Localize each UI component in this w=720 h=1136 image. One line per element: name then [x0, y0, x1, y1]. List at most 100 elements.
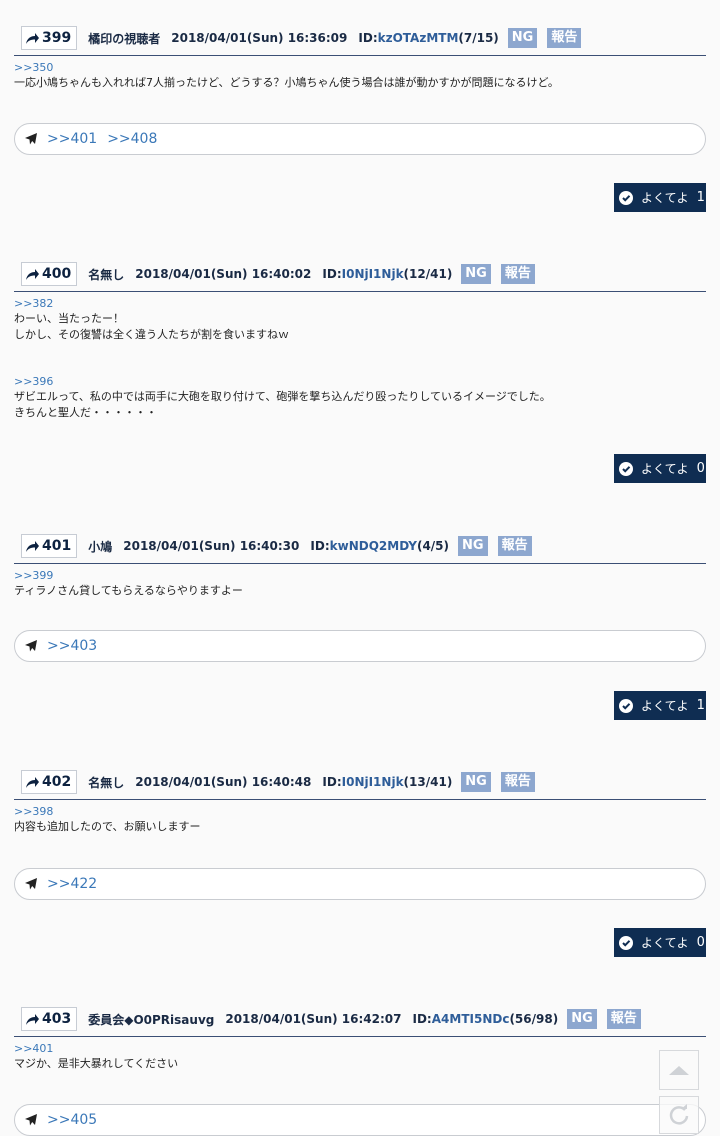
report-button[interactable]: 報告	[497, 536, 532, 556]
post-number: 400	[42, 266, 72, 282]
post-number: 402	[42, 774, 72, 790]
post-401: 401 小鳩 2018/04/01(Sun) 16:40:30 ID: kwNDQ…	[14, 533, 706, 599]
like-label: よくてよ	[641, 191, 689, 205]
paper-plane-icon	[25, 1114, 37, 1126]
report-button[interactable]: 報告	[500, 772, 535, 792]
post-date: 2018/04/01(Sun) 16:36:09	[171, 31, 348, 45]
post-header: 400 名無し 2018/04/01(Sun) 16:40:02 ID: I0Nj…	[14, 261, 706, 287]
post-header: 402 名無し 2018/04/01(Sun) 16:40:48 ID: I0Nj…	[14, 769, 706, 795]
reply-list: >>401 >>408	[14, 123, 706, 155]
post-date: 2018/04/01(Sun) 16:40:48	[135, 775, 312, 789]
poster-name: 名無し	[88, 267, 125, 282]
post-number-button[interactable]: 403	[21, 1007, 78, 1031]
post-count: (4/5)	[416, 539, 450, 553]
like-button[interactable]: よくてよ 1	[614, 691, 706, 720]
post-number-button[interactable]: 400	[21, 262, 78, 286]
post-number: 399	[42, 30, 72, 46]
post-number: 403	[42, 1011, 72, 1027]
share-arrow-icon	[26, 776, 39, 788]
id-label: ID:	[322, 775, 342, 789]
share-arrow-icon	[26, 540, 39, 552]
header-divider	[14, 563, 706, 564]
ng-button[interactable]: NG	[458, 536, 488, 556]
reply-list: >>405	[14, 1104, 706, 1136]
poster-name: 小鳩	[88, 539, 113, 554]
scroll-top-button[interactable]	[659, 1050, 699, 1090]
ng-button[interactable]: NG	[567, 1009, 597, 1029]
anchor-link[interactable]: >>398	[14, 805, 706, 819]
anchor-link[interactable]: >>396	[14, 375, 706, 389]
like-button[interactable]: よくてよ 0	[614, 454, 706, 483]
post-400: 400 名無し 2018/04/01(Sun) 16:40:02 ID: I0Nj…	[14, 261, 706, 421]
like-button[interactable]: よくてよ 0	[614, 928, 706, 957]
post-body: >>401 マジか、是非大暴れしてください	[14, 1042, 706, 1072]
like-count: 0	[696, 935, 705, 950]
reply-link[interactable]: >>403	[47, 638, 97, 654]
reply-link[interactable]: >>405	[47, 1112, 97, 1128]
reply-link[interactable]: >>401	[47, 131, 97, 147]
post-date: 2018/04/01(Sun) 16:40:02	[135, 267, 312, 281]
poster-id-link[interactable]: I0NjI1Njk	[342, 775, 404, 789]
post-body: >>350 一応小鳩ちゃんも入れれば7人揃ったけど、どうする？小鳩ちゃん使う場合…	[14, 61, 706, 91]
post-date: 2018/04/01(Sun) 16:40:30	[123, 539, 300, 553]
anchor-link[interactable]: >>350	[14, 61, 706, 75]
check-circle-icon	[619, 935, 633, 950]
check-circle-icon	[619, 698, 633, 713]
post-399: 399 橘印の視聴者 2018/04/01(Sun) 16:36:09 ID: k…	[14, 25, 706, 91]
reply-link[interactable]: >>408	[107, 131, 157, 147]
post-number-button[interactable]: 401	[21, 534, 78, 558]
post-body: >>398 内容も追加したので、お願いしますー	[14, 805, 706, 835]
post-body: >>382 わーい、当たったー！ しかし、その復讐は全く違う人たちが割を食います…	[14, 297, 706, 421]
share-arrow-icon	[26, 268, 39, 280]
paper-plane-icon	[25, 878, 37, 890]
post-line: きちんと聖人だ・・・・・・	[14, 406, 157, 419]
paper-plane-icon	[25, 640, 37, 652]
reply-list: >>403	[14, 630, 706, 662]
share-arrow-icon	[26, 32, 39, 44]
post-line: 内容も追加したので、お願いしますー	[14, 820, 201, 833]
poster-id-link[interactable]: I0NjI1Njk	[342, 267, 404, 281]
poster-name: 名無し	[88, 775, 125, 790]
like-label: よくてよ	[641, 462, 689, 476]
header-divider	[14, 1036, 706, 1037]
reload-button[interactable]	[659, 1096, 699, 1134]
id-label: ID:	[310, 539, 330, 553]
report-button[interactable]: 報告	[500, 264, 535, 284]
post-403: 403 委員会◆O0PRisauvg 2018/04/01(Sun) 16:42…	[14, 1006, 706, 1072]
post-date: 2018/04/01(Sun) 16:42:07	[225, 1012, 402, 1026]
post-line: わーい、当たったー！	[14, 312, 124, 325]
poster-id-link[interactable]: kwNDQ2MDY	[330, 539, 417, 553]
header-divider	[14, 55, 706, 56]
id-label: ID:	[412, 1012, 432, 1026]
poster-id-link[interactable]: A4MTI5NDc	[432, 1012, 510, 1026]
like-count: 1	[696, 698, 705, 713]
like-label: よくてよ	[641, 699, 689, 713]
post-402: 402 名無し 2018/04/01(Sun) 16:40:48 ID: I0Nj…	[14, 769, 706, 835]
share-arrow-icon	[26, 1013, 39, 1025]
check-circle-icon	[619, 461, 633, 476]
check-circle-icon	[619, 190, 633, 205]
like-label: よくてよ	[641, 936, 689, 950]
post-count: (12/41)	[403, 267, 453, 281]
ng-button[interactable]: NG	[461, 264, 491, 284]
report-button[interactable]: 報告	[606, 1009, 641, 1029]
reply-list: >>422	[14, 868, 706, 900]
post-number: 401	[42, 538, 72, 554]
id-label: ID:	[322, 267, 342, 281]
report-button[interactable]: 報告	[547, 28, 582, 48]
post-header: 399 橘印の視聴者 2018/04/01(Sun) 16:36:09 ID: k…	[14, 25, 706, 51]
ng-button[interactable]: NG	[461, 772, 491, 792]
post-line: ティラノさん貸してもらえるならやりますよー	[14, 584, 243, 597]
poster-id-link[interactable]: kzOTAzMTM	[378, 31, 459, 45]
reply-link[interactable]: >>422	[47, 876, 97, 892]
post-number-button[interactable]: 399	[21, 26, 78, 50]
post-line: しかし、その復讐は全く違う人たちが割を食いますねｗ	[14, 328, 289, 341]
like-button[interactable]: よくてよ 1	[614, 183, 706, 212]
anchor-link[interactable]: >>401	[14, 1042, 706, 1056]
post-number-button[interactable]: 402	[21, 770, 78, 794]
anchor-link[interactable]: >>382	[14, 297, 706, 311]
paper-plane-icon	[25, 133, 37, 145]
anchor-link[interactable]: >>399	[14, 569, 706, 583]
like-count: 1	[696, 190, 705, 205]
ng-button[interactable]: NG	[507, 28, 538, 48]
